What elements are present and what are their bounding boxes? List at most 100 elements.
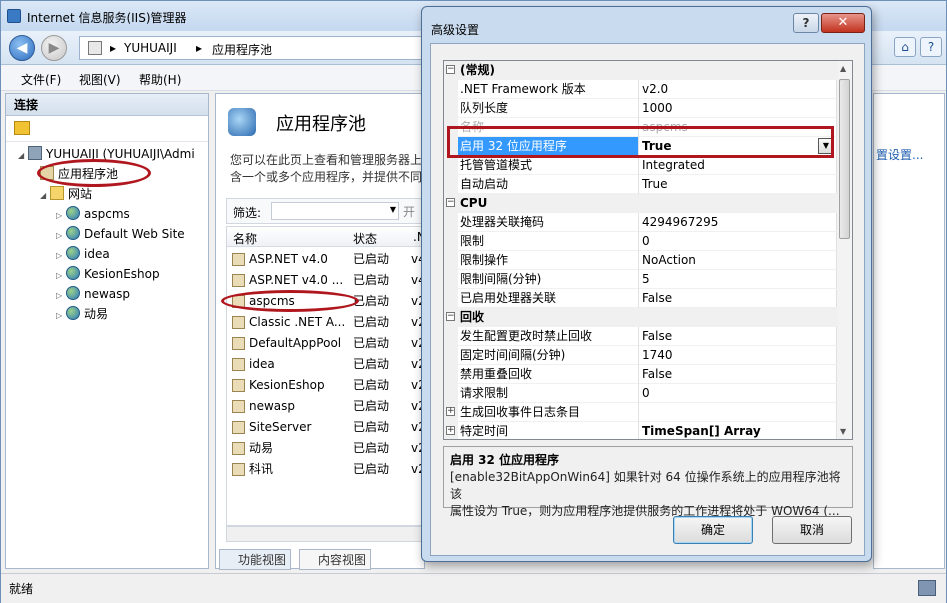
property-row[interactable]: 自动启动 True bbox=[444, 175, 838, 194]
table-row[interactable]: SiteServer 已启动 v2 bbox=[227, 417, 425, 438]
property-row[interactable]: 限制 0 bbox=[444, 232, 838, 251]
expand-triangle-icon[interactable]: ▷ bbox=[56, 246, 66, 266]
property-name: 发生配置更改时禁止回收 bbox=[460, 329, 593, 343]
property-row[interactable]: .NET Framework 版本 v2.0 bbox=[444, 80, 838, 99]
property-row[interactable]: 已启用处理器关联 False bbox=[444, 289, 838, 308]
category-label: 回收 bbox=[460, 310, 485, 324]
property-row[interactable]: 禁用重叠回收 False bbox=[444, 365, 838, 384]
property-row[interactable]: 发生配置更改时禁止回收 False bbox=[444, 327, 838, 346]
help-button[interactable]: ? bbox=[793, 13, 819, 33]
table-row[interactable]: KesionEshop 已启动 v2 bbox=[227, 375, 425, 396]
property-row[interactable]: 请求限制 0 bbox=[444, 384, 838, 403]
action-link-settings[interactable]: 置设置... bbox=[876, 146, 923, 163]
property-value: Integrated bbox=[642, 158, 705, 172]
column-name[interactable]: 名称 bbox=[233, 230, 257, 247]
tree-node-sites[interactable]: ◢ 网站 bbox=[40, 184, 92, 204]
grid-gutter bbox=[444, 365, 458, 384]
property-name: 已启用处理器关联 bbox=[460, 291, 557, 305]
back-arrow-icon[interactable]: ◀ bbox=[9, 35, 35, 61]
horizontal-scrollbar[interactable] bbox=[226, 526, 426, 542]
server-home-icon bbox=[88, 41, 102, 55]
menu-help[interactable]: 帮助(H) bbox=[139, 71, 181, 88]
table-row[interactable]: ASP.NET v4.0 ... 已启动 v4 bbox=[227, 270, 425, 291]
property-row[interactable]: + 特定时间 TimeSpan[] Array bbox=[444, 422, 838, 439]
table-row[interactable]: newasp 已启动 v2 bbox=[227, 396, 425, 417]
table-row[interactable]: DefaultAppPool 已启动 v2 bbox=[227, 333, 425, 354]
property-category[interactable]: − CPU bbox=[444, 194, 838, 213]
tree-node-site[interactable]: ▷ KesionEshop bbox=[56, 264, 160, 284]
tab-content-view[interactable]: 内容视图 bbox=[299, 549, 372, 570]
globe-icon bbox=[66, 306, 80, 320]
tree-node-site[interactable]: ▷ aspcms bbox=[56, 204, 130, 224]
help-icon[interactable]: ? bbox=[920, 37, 942, 57]
column-status[interactable]: 状态 bbox=[353, 230, 377, 247]
connect-icon[interactable] bbox=[14, 121, 30, 135]
window-title: Internet 信息服务(IIS)管理器 bbox=[27, 11, 187, 25]
expand-triangle-icon[interactable]: ▷ bbox=[56, 286, 66, 306]
forward-arrow-icon[interactable]: ▶ bbox=[41, 35, 67, 61]
table-row[interactable]: idea 已启动 v2 bbox=[227, 354, 425, 375]
breadcrumb-app-pools[interactable]: 应用程序池 bbox=[212, 41, 272, 58]
collapse-triangle-icon[interactable]: ◢ bbox=[18, 146, 28, 166]
page-description: 您可以在此页上查看和管理服务器上的 含一个或多个应用程序，并提供不同 bbox=[230, 153, 426, 184]
tree-node-site[interactable]: ▷ 动易 bbox=[56, 304, 108, 324]
property-row[interactable]: 固定时间间隔(分钟) 1740 bbox=[444, 346, 838, 365]
table-row[interactable]: Classic .NET A... 已启动 v2 bbox=[227, 312, 425, 333]
expand-box-icon[interactable]: + bbox=[446, 426, 455, 435]
table-row[interactable]: 动易 已启动 v2 bbox=[227, 438, 425, 459]
cancel-button[interactable]: 取消 bbox=[772, 516, 852, 544]
property-row[interactable]: + 生成回收事件日志条目 bbox=[444, 403, 838, 422]
collapse-box-icon[interactable]: − bbox=[446, 312, 455, 321]
filter-go-button[interactable]: 开 bbox=[403, 203, 415, 220]
tree-node-site[interactable]: ▷ idea bbox=[56, 244, 110, 264]
breadcrumb-server[interactable]: YUHUAIJI bbox=[124, 41, 177, 55]
collapse-box-icon[interactable]: − bbox=[446, 198, 455, 207]
tree-node-site[interactable]: ▷ Default Web Site bbox=[56, 224, 185, 244]
ok-button[interactable]: 确定 bbox=[673, 516, 753, 544]
property-value: v2.0 bbox=[642, 82, 669, 96]
property-row[interactable]: 限制间隔(分钟) 5 bbox=[444, 270, 838, 289]
column-divider bbox=[638, 327, 639, 346]
menu-view[interactable]: 视图(V) bbox=[79, 71, 121, 88]
table-row[interactable]: ASP.NET v4.0 已启动 v4 bbox=[227, 249, 425, 270]
breadcrumb[interactable]: ▸ YUHUAIJI ▸ 应用程序池 bbox=[79, 36, 424, 60]
filter-bar: 筛选: ▼ 开 bbox=[226, 198, 426, 224]
filter-input[interactable]: ▼ bbox=[271, 202, 399, 220]
property-row[interactable]: 处理器关联掩码 4294967295 bbox=[444, 213, 838, 232]
property-value: TimeSpan[] Array bbox=[642, 424, 761, 438]
property-name: 禁用重叠回收 bbox=[460, 367, 533, 381]
tab-features-view[interactable]: 功能视图 bbox=[219, 549, 292, 570]
scroll-up-icon[interactable]: ▲ bbox=[840, 64, 846, 73]
category-background bbox=[458, 194, 838, 213]
property-name: 处理器关联掩码 bbox=[460, 215, 545, 229]
property-row[interactable]: 限制操作 NoAction bbox=[444, 251, 838, 270]
menu-file[interactable]: 文件(F) bbox=[21, 71, 61, 88]
collapse-triangle-icon[interactable]: ◢ bbox=[40, 186, 50, 206]
expand-box-icon[interactable]: + bbox=[446, 407, 455, 416]
property-grid-scrollbar[interactable]: ▲ ▼ bbox=[836, 61, 852, 439]
column-divider bbox=[638, 422, 639, 439]
expand-triangle-icon[interactable]: ▷ bbox=[56, 226, 66, 246]
property-category[interactable]: − (常规) bbox=[444, 61, 838, 80]
expand-triangle-icon[interactable]: ▷ bbox=[56, 206, 66, 226]
column-divider bbox=[638, 80, 639, 99]
expand-triangle-icon[interactable]: ▷ bbox=[56, 306, 66, 326]
dialog-title: 高级设置 bbox=[431, 23, 480, 37]
expand-triangle-icon[interactable]: ▷ bbox=[56, 266, 66, 286]
scroll-thumb[interactable] bbox=[839, 79, 850, 239]
grid-gutter bbox=[444, 384, 458, 403]
scroll-down-icon[interactable]: ▼ bbox=[840, 427, 846, 436]
tree-node-site[interactable]: ▷ newasp bbox=[56, 284, 130, 304]
collapse-box-icon[interactable]: − bbox=[446, 65, 455, 74]
home-icon[interactable]: ⌂ bbox=[894, 37, 916, 57]
network-status-icon bbox=[918, 580, 936, 596]
app-pool-icon bbox=[232, 274, 245, 287]
table-row[interactable]: 科讯 已启动 v2 bbox=[227, 459, 425, 480]
property-category[interactable]: − 回收 bbox=[444, 308, 838, 327]
property-grid: ▲ ▼ − (常规) .NET Framework 版本 v2.0 队列长度 1000 名称… bbox=[443, 60, 853, 440]
property-row[interactable]: 队列长度 1000 bbox=[444, 99, 838, 118]
address-tools: ⌂ ? bbox=[894, 37, 942, 57]
close-button[interactable]: ✕ bbox=[821, 13, 865, 33]
column-divider bbox=[638, 365, 639, 384]
property-row[interactable]: 托管管道模式 Integrated bbox=[444, 156, 838, 175]
